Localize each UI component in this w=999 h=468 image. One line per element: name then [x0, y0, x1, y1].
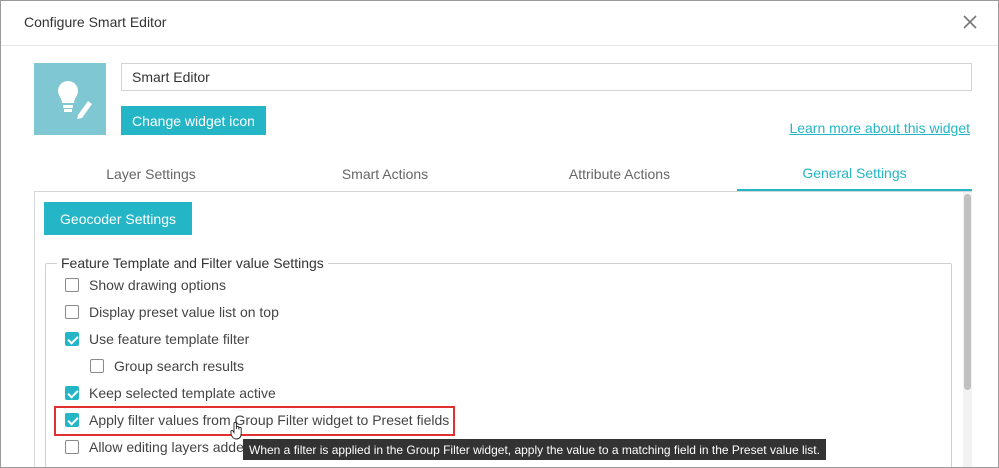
option-label: Use feature template filter: [89, 331, 250, 347]
checkbox[interactable]: [65, 305, 79, 319]
checkbox[interactable]: [65, 440, 79, 454]
option-display-preset-top[interactable]: Display preset value list on top: [65, 304, 279, 320]
option-label: Allow editing layers adde: [89, 439, 244, 455]
option-show-drawing[interactable]: Show drawing options: [65, 277, 226, 293]
option-use-template-filter[interactable]: Use feature template filter: [65, 331, 249, 347]
close-icon[interactable]: [960, 12, 980, 32]
scrollbar-thumb[interactable]: [964, 194, 971, 390]
option-allow-editing-layers[interactable]: Allow editing layers adde: [65, 439, 244, 455]
option-label: Keep selected template active: [89, 385, 276, 401]
option-label: Show drawing options: [89, 277, 226, 293]
option-label: Display preset value list on top: [89, 304, 279, 320]
option-keep-template-active[interactable]: Keep selected template active: [65, 385, 276, 401]
widget-name-input[interactable]: [121, 63, 972, 91]
tab-general-settings[interactable]: General Settings: [737, 157, 972, 191]
lightbulb-pencil-icon: [58, 81, 92, 119]
tab-smart-actions[interactable]: Smart Actions: [268, 157, 502, 190]
change-widget-icon-button[interactable]: Change widget icon: [121, 106, 266, 135]
tab-attribute-actions[interactable]: Attribute Actions: [502, 157, 737, 190]
checkbox-checked[interactable]: [65, 332, 79, 346]
configure-dialog: Configure Smart Editor Change widget ico…: [0, 0, 999, 468]
option-label: Group search results: [114, 358, 244, 374]
settings-tabs: Layer Settings Smart Actions Attribute A…: [34, 157, 972, 192]
learn-more-link[interactable]: Learn more about this widget: [789, 120, 970, 136]
widget-icon-tile[interactable]: [34, 63, 106, 135]
checkbox[interactable]: [90, 359, 104, 373]
fieldset-legend: Feature Template and Filter value Settin…: [57, 255, 328, 271]
mouse-cursor-icon: [230, 421, 242, 440]
dialog-titlebar: Configure Smart Editor: [1, 1, 998, 46]
option-group-search[interactable]: Group search results: [90, 358, 244, 374]
checkbox[interactable]: [65, 278, 79, 292]
tooltip: When a filter is applied in the Group Fi…: [243, 439, 826, 460]
highlight-box: [54, 406, 455, 436]
checkbox-checked[interactable]: [65, 386, 79, 400]
geocoder-settings-button[interactable]: Geocoder Settings: [44, 202, 192, 235]
tab-layer-settings[interactable]: Layer Settings: [34, 157, 268, 190]
dialog-title: Configure Smart Editor: [24, 14, 167, 30]
